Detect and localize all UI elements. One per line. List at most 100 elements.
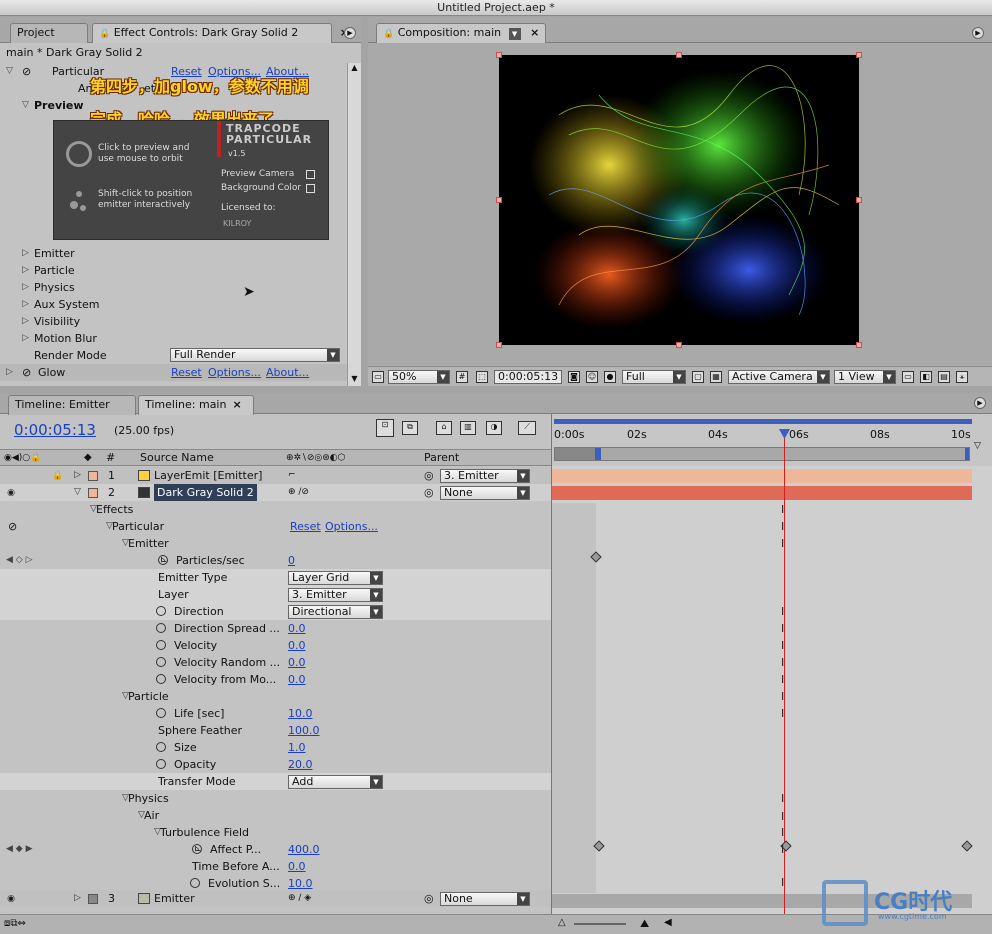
sphere-feather-value[interactable]: 100.0 xyxy=(288,722,320,739)
eye-icon[interactable]: ◉ xyxy=(6,488,16,498)
label-color-swatch[interactable] xyxy=(88,471,98,481)
panel-menu-icon[interactable]: ▶ xyxy=(972,27,984,39)
layer-row-2[interactable]: ◉ ▽ 2 Dark Gray Solid 2 ⊕ ∕⊘ ◎ None ▼ xyxy=(0,484,551,501)
zoom-in-icon[interactable]: ⛰ xyxy=(640,917,649,931)
prop-row-emitter-group[interactable]: ▽ Emitter xyxy=(0,535,551,552)
effect-group-motion-blur[interactable]: ▷ Motion Blur xyxy=(0,330,347,347)
prop-row-direction[interactable]: Direction Directional ▼ xyxy=(0,603,551,620)
corner-handle[interactable] xyxy=(856,52,862,58)
color-channels-icon[interactable]: ● xyxy=(604,371,616,383)
keyframe-navigator[interactable]: ◀ ◆ ▶ xyxy=(6,841,33,858)
layer-2-bar[interactable] xyxy=(552,486,972,500)
flowchart-icon[interactable]: ⚹ xyxy=(956,371,968,383)
lock-icon[interactable]: 🔒 xyxy=(99,29,110,39)
stopwatch-icon[interactable] xyxy=(156,708,166,718)
render-mode-dropdown[interactable]: Full Render ▼ xyxy=(170,348,340,362)
graph-icon[interactable]: ⊾ xyxy=(194,841,202,858)
stopwatch-icon[interactable] xyxy=(156,759,166,769)
parent-pickwhip-icon[interactable]: ◎ xyxy=(424,890,434,907)
effect-group-aux-system[interactable]: ▷ Aux System xyxy=(0,296,347,313)
close-icon[interactable]: × xyxy=(232,398,241,411)
layer-switches-icons[interactable]: ⌐ xyxy=(288,467,296,484)
glow-reset-link[interactable]: Reset xyxy=(171,364,202,381)
prop-row-air-group[interactable]: ▽ Air xyxy=(0,807,551,824)
parent-dropdown[interactable]: None ▼ xyxy=(440,892,530,906)
work-area-bar[interactable] xyxy=(554,419,972,424)
prop-row-turbulence-field-group[interactable]: ▽ Turbulence Field xyxy=(0,824,551,841)
motion-blur-icon[interactable]: ◑ xyxy=(486,421,502,435)
transparency-grid-icon[interactable]: ▦ xyxy=(710,371,722,383)
comp-timecode[interactable]: 0:00:05:13 xyxy=(494,370,563,384)
expand-triangle-icon[interactable]: ▷ xyxy=(22,296,29,313)
effect-group-visibility[interactable]: ▷ Visibility xyxy=(0,313,347,330)
keyframe-diamond-icon[interactable] xyxy=(961,840,973,852)
corner-handle[interactable] xyxy=(676,342,682,348)
graph-editor-icon[interactable]: ⟋ xyxy=(518,421,536,435)
draft-3d-icon[interactable]: ⌂ xyxy=(436,421,452,435)
corner-handle[interactable] xyxy=(496,197,502,203)
prop-row-transfer-mode[interactable]: Transfer Mode Add ▼ xyxy=(0,773,551,790)
always-preview-icon[interactable]: ▭ xyxy=(372,371,384,383)
expand-triangle-icon[interactable]: ▷ xyxy=(74,890,81,907)
expand-triangle-icon[interactable]: ▷ xyxy=(6,364,13,381)
tab-timeline-main[interactable]: Timeline: main × xyxy=(138,395,254,415)
chevron-down-icon[interactable]: ▼ xyxy=(508,28,521,40)
affect-position-value[interactable]: 400.0 xyxy=(288,841,320,858)
toggle-pixel-icon[interactable]: ▭ xyxy=(902,371,914,383)
layer-switches-icons[interactable]: ⊕ ∕⊘ xyxy=(288,484,309,501)
column-source-name[interactable]: Source Name xyxy=(140,450,214,466)
camera-snapshot-icon[interactable]: ◙ xyxy=(568,371,580,383)
scroll-up-icon[interactable]: ▲ xyxy=(349,63,360,75)
prop-row-opacity[interactable]: Opacity 20.0 xyxy=(0,756,551,773)
layer-name[interactable]: LayerEmit [Emitter] xyxy=(154,467,262,484)
scroll-down-icon[interactable]: ▼ xyxy=(349,374,360,386)
expand-triangle-icon[interactable]: ▷ xyxy=(22,262,29,279)
timeline-icon[interactable]: ▤ xyxy=(938,371,950,383)
lock-icon[interactable] xyxy=(52,488,62,498)
prop-row-direction-spread[interactable]: Direction Spread ... 0.0 xyxy=(0,620,551,637)
size-value[interactable]: 1.0 xyxy=(288,739,306,756)
prop-row-velocity[interactable]: Velocity 0.0 xyxy=(0,637,551,654)
options-link[interactable]: Options... xyxy=(325,518,378,535)
tab-timeline-emitter[interactable]: Timeline: Emitter xyxy=(8,395,136,415)
fx-icon[interactable]: ⊘ xyxy=(8,518,17,535)
preview-camera-checkbox[interactable] xyxy=(306,170,315,179)
stopwatch-icon[interactable] xyxy=(156,640,166,650)
layer-name[interactable]: Emitter xyxy=(154,890,195,907)
expand-triangle-icon[interactable]: ▷ xyxy=(74,467,81,484)
prop-row-effects-group[interactable]: ▽ Effects xyxy=(0,501,551,518)
keyframe-navigator[interactable]: ◀ ◇ ▷ xyxy=(6,552,33,569)
navigator-handle-right[interactable] xyxy=(965,448,969,460)
prop-row-particular-effect[interactable]: ▽ ⊘ Particular Reset Options... xyxy=(0,518,551,535)
corner-handle[interactable] xyxy=(856,197,862,203)
panel-menu-icon[interactable]: ▶ xyxy=(344,27,356,39)
live-update-icon[interactable]: ⧉ xyxy=(402,421,418,435)
tab-composition[interactable]: 🔒 Composition: main ▼ × xyxy=(376,23,546,43)
velocity-random-value[interactable]: 0.0 xyxy=(288,654,306,671)
emitter-type-dropdown[interactable]: Layer Grid ▼ xyxy=(288,571,383,585)
time-navigator[interactable] xyxy=(554,447,970,461)
prop-row-particles-sec[interactable]: ⊾ ◀ ◇ ▷ Particles/sec 0 xyxy=(0,552,551,569)
parent-dropdown[interactable]: 3. Emitter ▼ xyxy=(440,469,530,483)
fx-icon[interactable]: ⊘ xyxy=(22,63,31,80)
close-icon[interactable]: × xyxy=(530,26,539,39)
reset-link[interactable]: Reset xyxy=(290,518,321,535)
effect-group-emitter[interactable]: ▷ Emitter xyxy=(0,245,347,262)
stopwatch-icon[interactable] xyxy=(156,623,166,633)
zoom-dropdown[interactable]: 50% ▼ xyxy=(388,370,450,384)
prop-row-size[interactable]: Size 1.0 xyxy=(0,739,551,756)
tab-effect-controls[interactable]: 🔒 Effect Controls: Dark Gray Solid 2 × xyxy=(92,23,349,43)
toggle-switches-icons[interactable]: ⧈⧉⇔ xyxy=(4,918,26,929)
show-snapshot-icon[interactable]: ☺ xyxy=(586,371,598,383)
grid-icon[interactable]: # xyxy=(456,371,468,383)
lock-icon[interactable]: 🔒 xyxy=(52,471,63,481)
expand-triangle-icon[interactable]: ▷ xyxy=(22,245,29,262)
views-dropdown[interactable]: 1 View ▼ xyxy=(834,370,896,384)
composition-viewer[interactable] xyxy=(499,55,859,345)
zoom-out-icon[interactable]: △ xyxy=(558,917,566,928)
timeline-graph[interactable]: 0:00s 02s 04s 06s 08s 10s I I I I I I I I I I I I I I I xyxy=(551,414,992,914)
stopwatch-icon[interactable] xyxy=(156,742,166,752)
expand-triangle-icon[interactable]: ▽ xyxy=(74,484,81,501)
stopwatch-icon[interactable] xyxy=(190,878,200,888)
lock-icon[interactable] xyxy=(52,894,62,904)
